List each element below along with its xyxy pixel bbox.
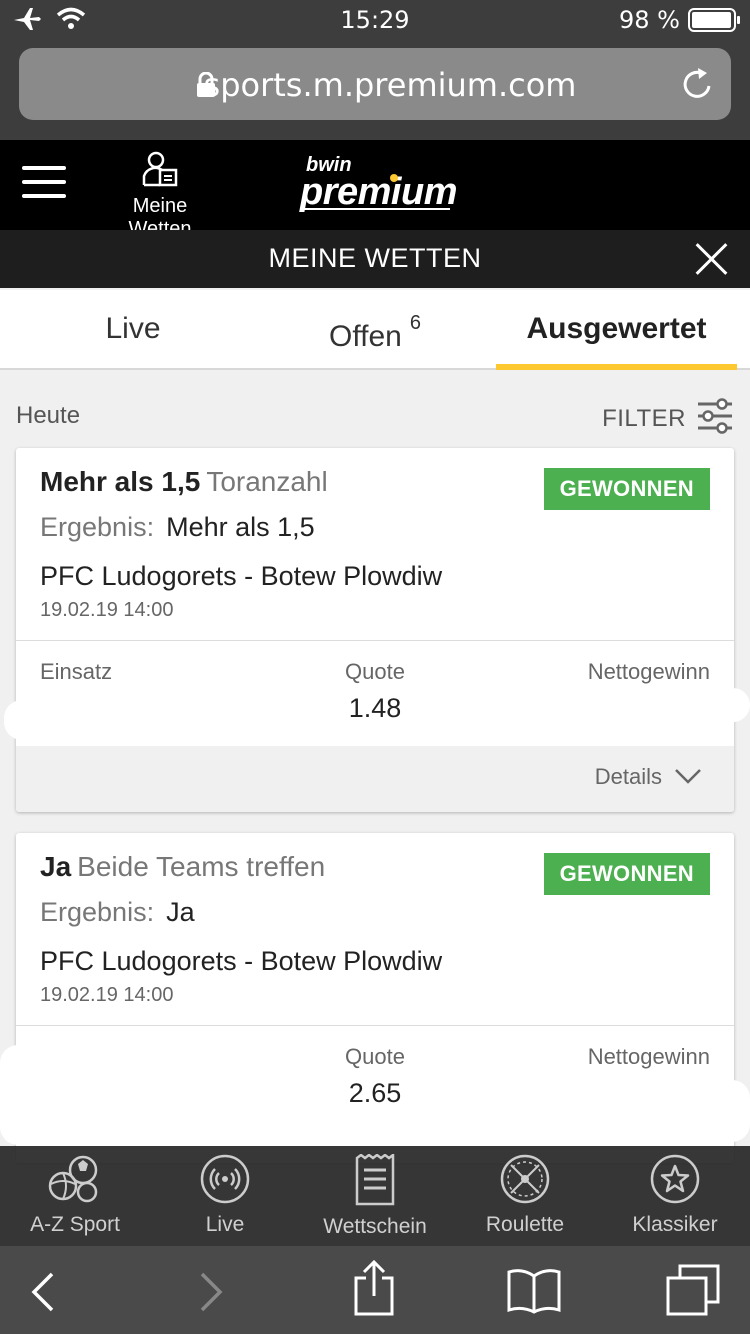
- filter-button[interactable]: FILTER: [602, 398, 734, 439]
- bookmarks-icon[interactable]: [506, 1268, 562, 1319]
- nav-label: Wettschein: [323, 1215, 427, 1238]
- nav-label: A-Z Sport: [30, 1213, 120, 1236]
- bet-selection: Mehr als 1,5 Toranzahl: [40, 466, 328, 498]
- menu-line: [22, 166, 66, 170]
- live-broadcast-icon: [199, 1154, 251, 1208]
- event-name: PFC Ludogorets - Botew Plowdiw: [40, 946, 443, 976]
- market-type: Beide Teams treffen: [77, 851, 326, 882]
- reload-icon[interactable]: [681, 66, 715, 107]
- logo-dot: [390, 174, 398, 182]
- tab-open[interactable]: Offen 6: [250, 290, 500, 370]
- app-bottom-nav: A-Z Sport Live Wettschein Roulette Klass…: [0, 1146, 750, 1246]
- redaction-mark: [716, 688, 750, 722]
- redaction-mark: [4, 700, 44, 740]
- result-value: Mehr als 1,5: [166, 512, 315, 542]
- status-badge: GEWONNEN: [543, 853, 710, 895]
- nav-label: Live: [205, 1213, 245, 1236]
- menu-button[interactable]: [22, 166, 66, 198]
- bet-card[interactable]: Mehr als 1,5 Toranzahl GEWONNEN Ergebnis:…: [16, 448, 734, 812]
- odds-value: 1.48: [348, 693, 402, 723]
- status-badge: GEWONNEN: [543, 468, 710, 510]
- tab-label: Live: [105, 312, 161, 345]
- bet-card-summary: Mehr als 1,5 Toranzahl GEWONNEN Ergebnis:…: [16, 448, 734, 641]
- nav-betslip[interactable]: Wettschein: [300, 1152, 450, 1239]
- forward-icon[interactable]: [196, 1272, 226, 1317]
- chevron-down-icon: [674, 764, 702, 790]
- tab-live[interactable]: Live: [8, 290, 258, 370]
- logo-premium-text: premium: [300, 171, 457, 213]
- event-date: 19.02.19 14:00: [40, 599, 174, 621]
- roulette-wheel-icon: [499, 1154, 551, 1208]
- star-circle-icon: [649, 1154, 701, 1208]
- bet-stats: Einsatz Quote Nettogewinn 1.48: [16, 641, 734, 746]
- tabs-icon[interactable]: [666, 1264, 720, 1321]
- page-title: MEINE WETTEN: [268, 243, 482, 273]
- nav-classics[interactable]: Klassiker: [600, 1154, 750, 1237]
- result-label: Ergebnis:: [40, 512, 155, 542]
- menu-line: [22, 180, 66, 184]
- battery-icon: [688, 8, 740, 32]
- result-label: Ergebnis:: [40, 897, 155, 927]
- logo-underline: [304, 208, 450, 210]
- close-icon[interactable]: [694, 242, 728, 276]
- tab-settled[interactable]: Ausgewertet: [496, 290, 750, 370]
- open-count-badge: 6: [409, 312, 421, 334]
- nav-label: Klassiker: [632, 1213, 718, 1236]
- filter-label: FILTER: [602, 404, 686, 432]
- event-date: 19.02.19 14:00: [40, 984, 174, 1006]
- tab-label: Ausgewertet: [526, 312, 707, 345]
- redaction-mark: [560, 1080, 750, 1142]
- net-win-label: Nettogewinn: [587, 659, 710, 684]
- sliders-icon: [696, 398, 734, 439]
- address-bar[interactable]: sports.m.premium.com: [19, 48, 731, 120]
- event-name: PFC Ludogorets - Botew Plowdiw: [40, 561, 443, 591]
- sports-balls-icon: [47, 1155, 103, 1208]
- nav-live[interactable]: Live: [150, 1154, 300, 1237]
- back-icon[interactable]: [28, 1272, 58, 1317]
- battery-percent: 98 %: [619, 6, 680, 34]
- selection-text: Ja: [40, 851, 72, 882]
- bet-result: Ergebnis: Ja: [40, 897, 195, 928]
- browser-address-area: sports.m.premium.com: [0, 40, 750, 140]
- nav-roulette[interactable]: Roulette: [450, 1154, 600, 1237]
- net-win-label: Nettogewinn: [587, 1044, 710, 1069]
- bet-selection: Ja Beide Teams treffen: [40, 851, 325, 883]
- app-header: Meine Wetten bwin premium: [0, 140, 750, 240]
- url-text: sports.m.premium.com: [203, 66, 577, 104]
- bet-card-summary: Ja Beide Teams treffen GEWONNEN Ergebnis:…: [16, 833, 734, 1026]
- bet-result: Ergebnis: Mehr als 1,5: [40, 512, 315, 543]
- menu-line: [22, 194, 66, 198]
- selection-text: Mehr als 1,5: [40, 466, 201, 497]
- nav-label: Roulette: [485, 1213, 565, 1236]
- bwin-premium-logo[interactable]: bwin premium: [300, 154, 457, 213]
- my-bets-title-bar: MEINE WETTEN: [0, 230, 750, 288]
- bet-tabs: Live Offen 6 Ausgewertet: [0, 290, 750, 370]
- user-bets-icon: [140, 151, 180, 192]
- battery-level: [692, 12, 732, 28]
- tab-label: Offen: [329, 320, 402, 353]
- my-bets-button[interactable]: Meine Wetten: [100, 150, 220, 241]
- details-row: Details: [16, 746, 734, 812]
- share-icon[interactable]: [350, 1259, 398, 1323]
- nav-az-sport[interactable]: A-Z Sport: [0, 1154, 150, 1237]
- redaction-mark: [0, 1045, 90, 1145]
- day-header: Heute FILTER: [16, 398, 734, 438]
- day-label: Heute: [16, 402, 81, 429]
- betslip-icon: [353, 1152, 397, 1210]
- market-type: Toranzahl: [206, 466, 328, 497]
- details-label: Details: [594, 764, 662, 789]
- result-value: Ja: [166, 897, 195, 927]
- browser-toolbar: [0, 1246, 750, 1334]
- details-toggle[interactable]: Details: [595, 764, 702, 790]
- status-bar: 15:29 98 %: [0, 0, 750, 40]
